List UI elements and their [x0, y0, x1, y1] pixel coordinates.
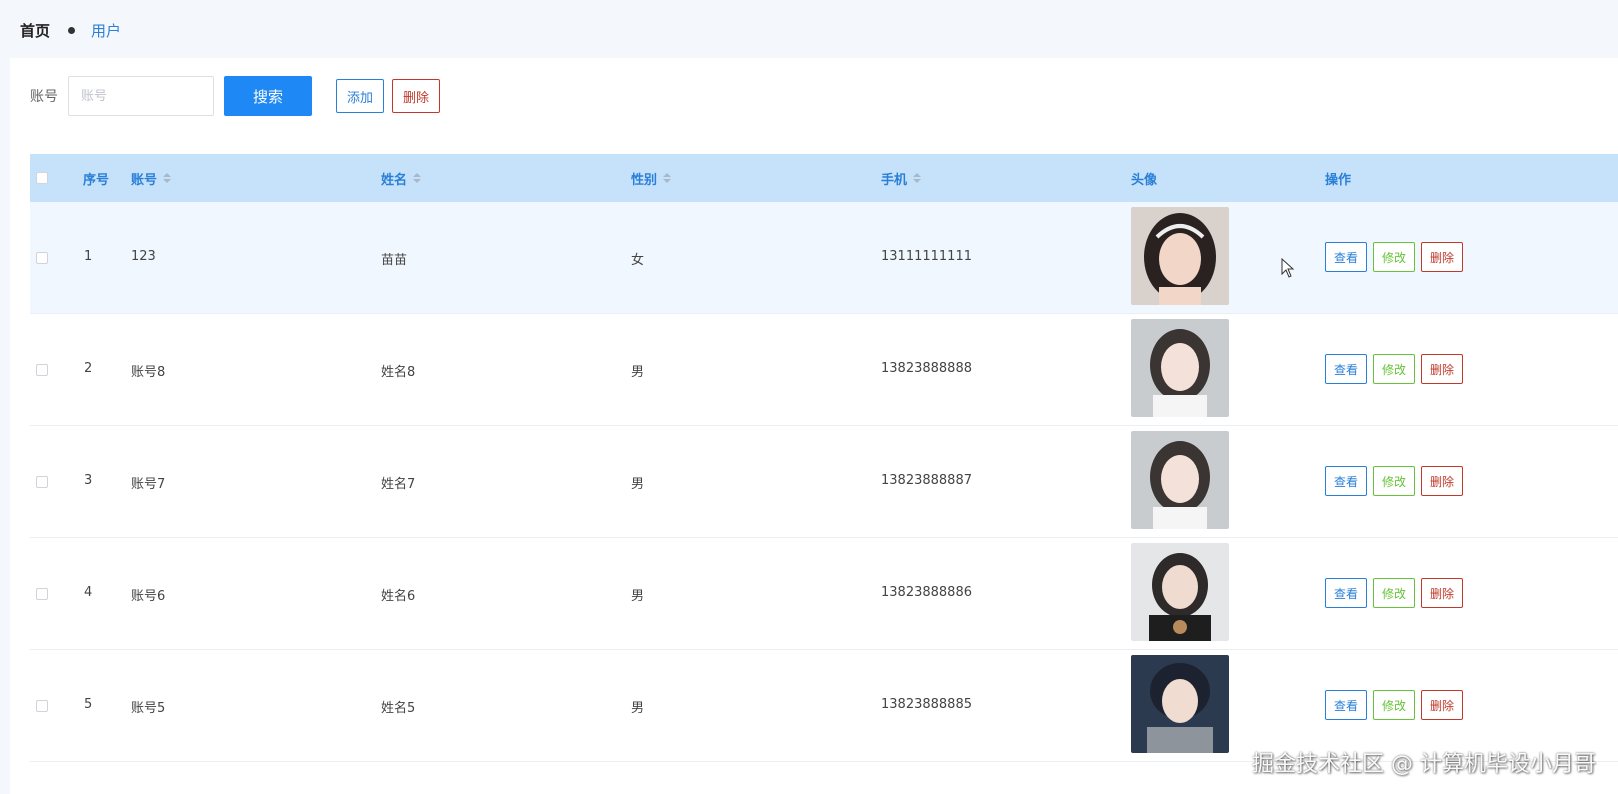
row-account: 账号8: [131, 365, 166, 380]
breadcrumb: 首页 用户: [20, 20, 121, 41]
batch-delete-button[interactable]: 删除: [392, 79, 441, 113]
row-name: 苗苗: [381, 253, 408, 268]
table-header: 序号 账号 姓名 性别 手机 头像 操作: [30, 154, 1618, 202]
delete-button[interactable]: 删除: [1421, 690, 1464, 720]
table-row[interactable]: 4 账号6 姓名6 男 13823888886 查看 修改 删除: [30, 538, 1618, 650]
row-account: 账号6: [131, 589, 166, 604]
row-index: 5: [84, 697, 93, 712]
avatar-image: [1131, 207, 1229, 305]
row-gender: 男: [631, 365, 645, 380]
table-row[interactable]: 3 账号7 姓名7 男 13823888887 查看 修改 删除: [30, 426, 1618, 538]
column-header-avatar: 头像: [1131, 172, 1158, 188]
edit-button[interactable]: 修改: [1373, 578, 1416, 608]
breadcrumb-separator: [68, 27, 76, 34]
sort-icon[interactable]: [163, 173, 172, 183]
mouse-cursor-icon: [1281, 257, 1295, 282]
sort-icon[interactable]: [913, 173, 922, 183]
account-search-input[interactable]: [68, 76, 214, 116]
breadcrumb-home[interactable]: 首页: [20, 20, 50, 41]
watermark: 掘金技术社区 @ 计算机毕设小月哥: [1252, 752, 1596, 777]
row-checkbox[interactable]: [36, 588, 48, 600]
row-phone: 13111111111: [881, 249, 972, 264]
view-button[interactable]: 查看: [1325, 690, 1368, 720]
content-panel: 账号 搜索 添加 删除 序号 账号 姓名 性别 手机 头: [10, 58, 1618, 794]
row-account: 账号5: [131, 701, 166, 716]
column-header-index: 序号: [83, 172, 110, 188]
edit-button[interactable]: 修改: [1373, 354, 1416, 384]
column-header-gender-label: 性别: [631, 172, 658, 188]
row-checkbox[interactable]: [36, 476, 48, 488]
row-account: 123: [131, 249, 156, 264]
row-phone: 13823888886: [881, 585, 972, 600]
view-button[interactable]: 查看: [1325, 242, 1368, 272]
row-name: 姓名7: [381, 477, 416, 492]
avatar-image: [1131, 319, 1229, 417]
column-header-account-label: 账号: [131, 172, 158, 188]
avatar-image: [1131, 543, 1229, 641]
avatar-image: [1131, 431, 1229, 529]
column-header-phone-label: 手机: [881, 172, 908, 188]
row-gender: 女: [631, 253, 645, 268]
user-table: 序号 账号 姓名 性别 手机 头像 操作 1 123 苗苗 女 13111111…: [30, 154, 1618, 762]
row-account: 账号7: [131, 477, 166, 492]
row-gender: 男: [631, 477, 645, 492]
row-index: 3: [84, 473, 93, 488]
column-header-name-label: 姓名: [381, 172, 408, 188]
row-gender: 男: [631, 701, 645, 716]
row-name: 姓名6: [381, 589, 416, 604]
select-all-checkbox[interactable]: [36, 172, 48, 184]
edit-button[interactable]: 修改: [1373, 242, 1416, 272]
account-label: 账号: [30, 89, 58, 105]
row-gender: 男: [631, 589, 645, 604]
table-row[interactable]: 1 123 苗苗 女 13111111111 查看 修改 删除: [30, 202, 1618, 314]
row-phone: 13823888885: [881, 697, 972, 712]
row-phone: 13823888888: [881, 361, 972, 376]
table-row[interactable]: 2 账号8 姓名8 男 13823888888 查看 修改 删除: [30, 314, 1618, 426]
column-header-phone[interactable]: 手机: [881, 169, 922, 188]
avatar-image: [1131, 655, 1229, 753]
column-header-actions: 操作: [1325, 172, 1352, 188]
row-checkbox[interactable]: [36, 252, 48, 264]
row-checkbox[interactable]: [36, 364, 48, 376]
view-button[interactable]: 查看: [1325, 354, 1368, 384]
sort-icon[interactable]: [413, 173, 422, 183]
delete-button[interactable]: 删除: [1421, 242, 1464, 272]
view-button[interactable]: 查看: [1325, 578, 1368, 608]
delete-button[interactable]: 删除: [1421, 578, 1464, 608]
edit-button[interactable]: 修改: [1373, 466, 1416, 496]
column-header-account[interactable]: 账号: [131, 169, 172, 188]
column-header-name[interactable]: 姓名: [381, 169, 422, 188]
row-index: 2: [84, 361, 93, 376]
sort-icon[interactable]: [663, 173, 672, 183]
row-name: 姓名8: [381, 365, 416, 380]
column-header-gender[interactable]: 性别: [631, 169, 672, 188]
row-index: 4: [84, 585, 93, 600]
search-button[interactable]: 搜索: [224, 76, 312, 116]
delete-button[interactable]: 删除: [1421, 354, 1464, 384]
search-bar: 账号 搜索 添加 删除: [30, 76, 441, 116]
row-phone: 13823888887: [881, 473, 972, 488]
breadcrumb-current[interactable]: 用户: [91, 20, 121, 41]
row-index: 1: [84, 249, 93, 264]
add-button[interactable]: 添加: [336, 79, 385, 113]
delete-button[interactable]: 删除: [1421, 466, 1464, 496]
edit-button[interactable]: 修改: [1373, 690, 1416, 720]
view-button[interactable]: 查看: [1325, 466, 1368, 496]
row-name: 姓名5: [381, 701, 416, 716]
row-checkbox[interactable]: [36, 700, 48, 712]
